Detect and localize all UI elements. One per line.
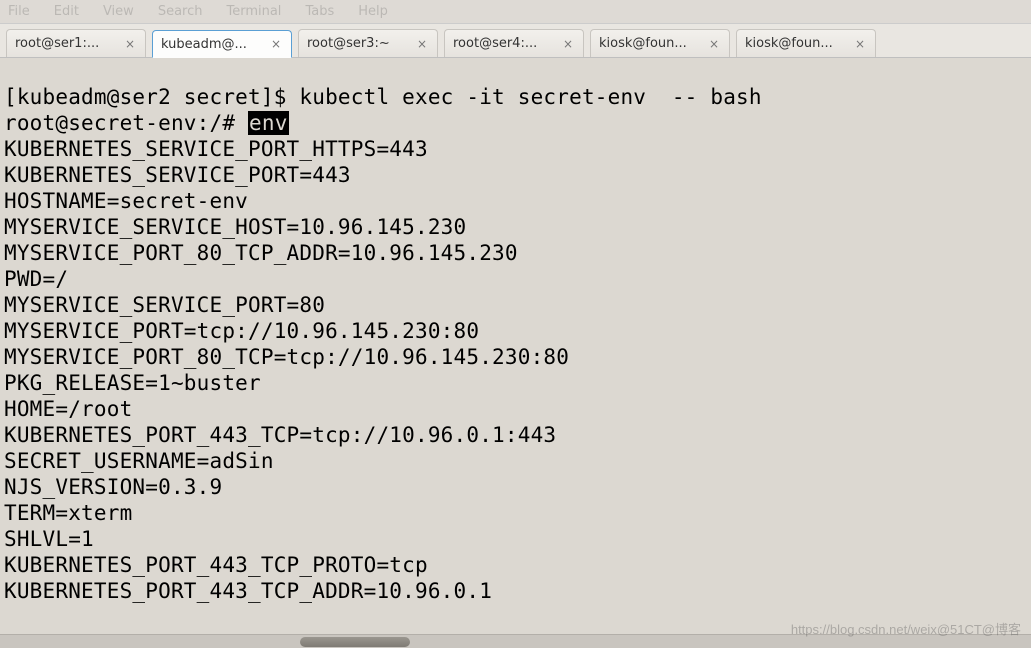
- close-icon[interactable]: ×: [853, 37, 867, 51]
- env-line: NJS_VERSION=0.3.9: [4, 475, 222, 499]
- env-line: KUBERNETES_PORT_443_TCP_ADDR=10.96.0.1: [4, 579, 492, 603]
- env-line: MYSERVICE_PORT_80_TCP_ADDR=10.96.145.230: [4, 241, 518, 265]
- prompt-line-2: root@secret-env:/# env: [4, 111, 289, 135]
- shell-command: kubectl exec -it secret-env -- bash: [299, 85, 761, 109]
- tab-kiosk-1[interactable]: kiosk@foun... ×: [590, 29, 730, 57]
- close-icon[interactable]: ×: [269, 37, 283, 51]
- terminal-window: File Edit View Search Terminal Tabs Help…: [0, 0, 1031, 648]
- env-line: SHLVL=1: [4, 527, 94, 551]
- menu-search[interactable]: Search: [158, 4, 203, 19]
- menu-view[interactable]: View: [103, 4, 134, 19]
- menu-edit[interactable]: Edit: [54, 4, 79, 19]
- tab-kiosk-2[interactable]: kiosk@foun... ×: [736, 29, 876, 57]
- tab-label: root@ser1:...: [15, 36, 117, 51]
- tab-label: kubeadm@...: [161, 37, 263, 52]
- tab-kubeadm[interactable]: kubeadm@... ×: [152, 30, 292, 58]
- horizontal-scrollbar[interactable]: [0, 634, 1031, 648]
- menu-bar: File Edit View Search Terminal Tabs Help: [0, 0, 1031, 24]
- shell-prompt: [kubeadm@ser2 secret]$: [4, 85, 299, 109]
- menu-file[interactable]: File: [8, 4, 30, 19]
- env-line: PKG_RELEASE=1~buster: [4, 371, 261, 395]
- menu-tabs[interactable]: Tabs: [305, 4, 334, 19]
- close-icon[interactable]: ×: [123, 37, 137, 51]
- tab-label: root@ser4:...: [453, 36, 555, 51]
- env-line: TERM=xterm: [4, 501, 132, 525]
- env-line: MYSERVICE_PORT_80_TCP=tcp://10.96.145.23…: [4, 345, 569, 369]
- env-line: HOME=/root: [4, 397, 132, 421]
- env-line: KUBERNETES_PORT_443_TCP=tcp://10.96.0.1:…: [4, 423, 556, 447]
- scrollbar-thumb[interactable]: [300, 637, 410, 647]
- tab-bar: root@ser1:... × kubeadm@... × root@ser3:…: [0, 24, 1031, 58]
- env-line: PWD=/: [4, 267, 68, 291]
- env-line: MYSERVICE_PORT=tcp://10.96.145.230:80: [4, 319, 479, 343]
- shell-command-highlight: env: [248, 111, 289, 135]
- close-icon[interactable]: ×: [415, 37, 429, 51]
- tab-label: kiosk@foun...: [599, 36, 701, 51]
- terminal-output[interactable]: [kubeadm@ser2 secret]$ kubectl exec -it …: [0, 58, 1031, 648]
- env-line: KUBERNETES_SERVICE_PORT=443: [4, 163, 351, 187]
- menu-help[interactable]: Help: [358, 4, 388, 19]
- close-icon[interactable]: ×: [561, 37, 575, 51]
- tab-label: root@ser3:~: [307, 36, 409, 51]
- env-line: HOSTNAME=secret-env: [4, 189, 248, 213]
- tab-ser4[interactable]: root@ser4:... ×: [444, 29, 584, 57]
- env-line: SECRET_USERNAME=adSin: [4, 449, 274, 473]
- tab-ser1[interactable]: root@ser1:... ×: [6, 29, 146, 57]
- env-line: KUBERNETES_SERVICE_PORT_HTTPS=443: [4, 137, 428, 161]
- close-icon[interactable]: ×: [707, 37, 721, 51]
- tab-label: kiosk@foun...: [745, 36, 847, 51]
- menu-terminal[interactable]: Terminal: [226, 4, 281, 19]
- env-line: MYSERVICE_SERVICE_HOST=10.96.145.230: [4, 215, 466, 239]
- env-line: MYSERVICE_SERVICE_PORT=80: [4, 293, 325, 317]
- env-line: KUBERNETES_PORT_443_TCP_PROTO=tcp: [4, 553, 428, 577]
- shell-prompt: root@secret-env:/#: [4, 111, 248, 135]
- tab-ser3[interactable]: root@ser3:~ ×: [298, 29, 438, 57]
- prompt-line-1: [kubeadm@ser2 secret]$ kubectl exec -it …: [4, 85, 762, 109]
